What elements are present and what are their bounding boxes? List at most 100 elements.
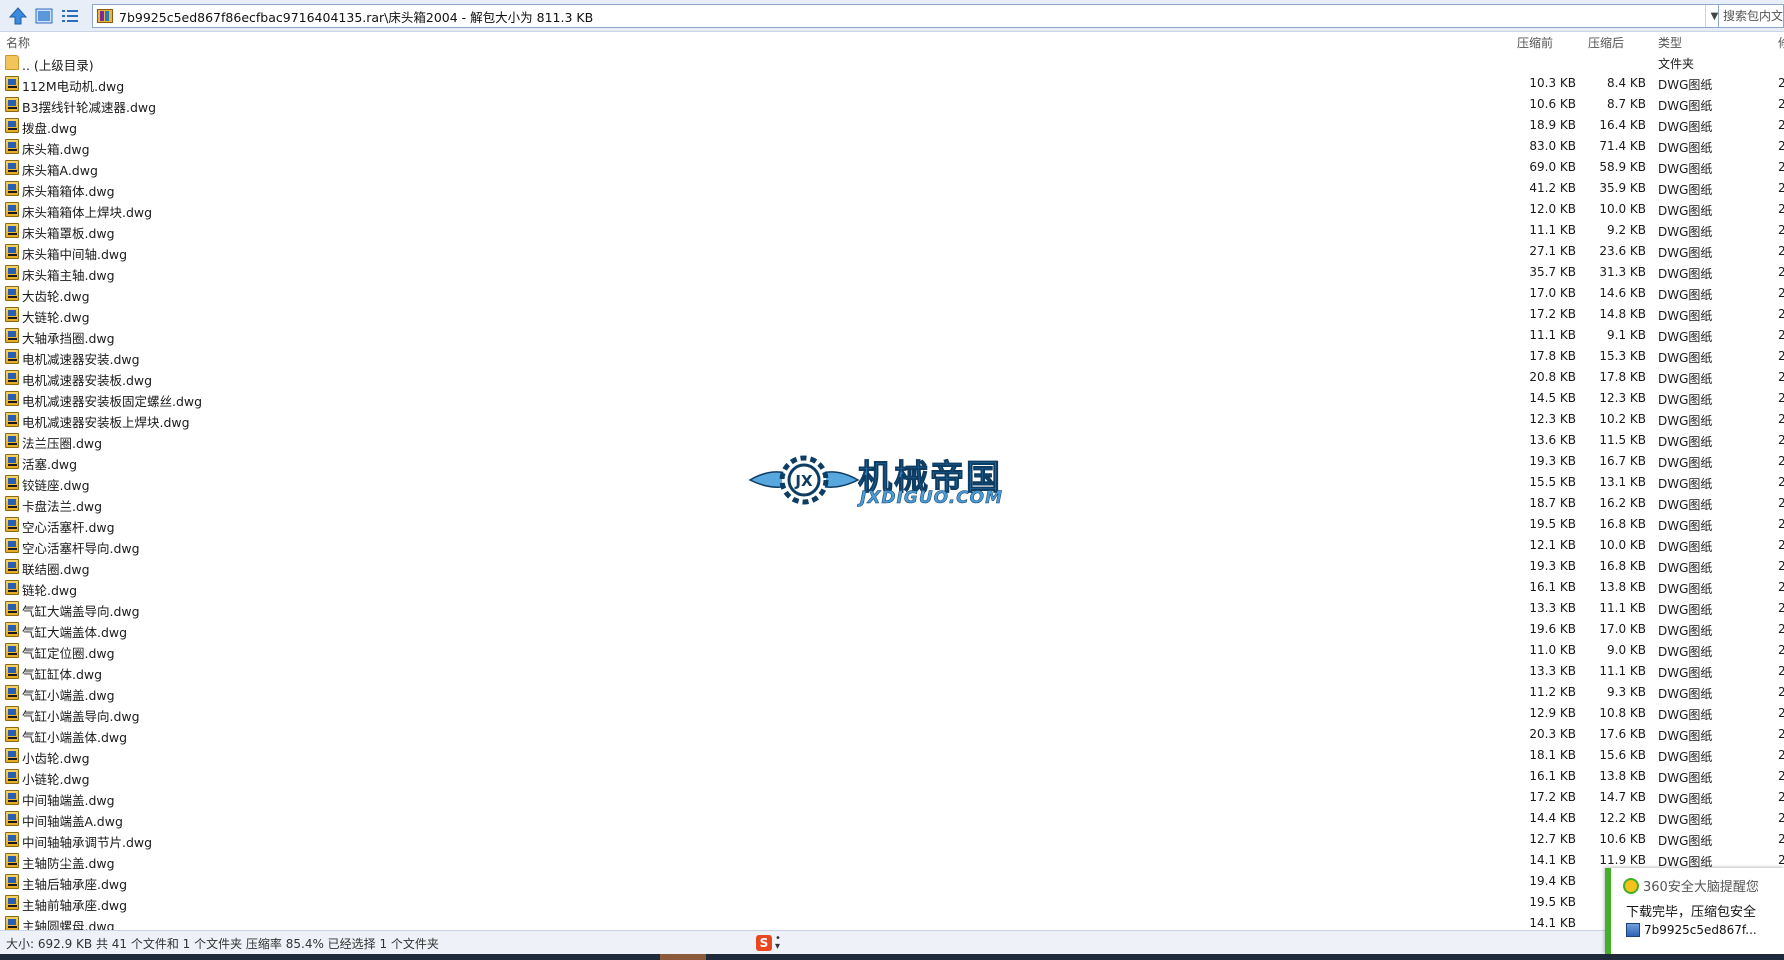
details-list-icon[interactable] bbox=[58, 4, 82, 28]
ime-indicator[interactable]: S • ▾ bbox=[756, 934, 796, 952]
file-name: 法兰压圈.dwg bbox=[22, 436, 103, 451]
file-name: 大轴承挡圈.dwg bbox=[22, 331, 115, 346]
file-row[interactable]: 气缸大端盖体.dwg 19.6 KB 17.0 KB DWG图纸 2 bbox=[0, 619, 1784, 640]
security-notification[interactable]: 360安全大脑提醒您 下载完毕，压缩包安全 7b9925c5ed867f... bbox=[1605, 868, 1784, 954]
file-row[interactable]: 法兰压圈.dwg 13.6 KB 11.5 KB DWG图纸 2 bbox=[0, 430, 1784, 451]
file-row[interactable]: 大轴承挡圈.dwg 11.1 KB 9.1 KB DWG图纸 2 bbox=[0, 325, 1784, 346]
file-row[interactable]: 电机减速器安装板.dwg 20.8 KB 17.8 KB DWG图纸 2 bbox=[0, 367, 1784, 388]
file-name: 电机减速器安装板.dwg bbox=[22, 373, 153, 388]
file-row[interactable]: 气缸大端盖导向.dwg 13.3 KB 11.1 KB DWG图纸 2 bbox=[0, 598, 1784, 619]
up-arrow-icon[interactable] bbox=[6, 4, 30, 28]
file-size-after: 35.9 KB bbox=[1599, 181, 1646, 195]
file-name: 大链轮.dwg bbox=[22, 310, 90, 325]
file-row[interactable]: 气缸小端盖体.dwg 20.3 KB 17.6 KB DWG图纸 2 bbox=[0, 724, 1784, 745]
file-modified: 2 bbox=[1778, 706, 1784, 720]
file-row[interactable]: 拨盘.dwg 18.9 KB 16.4 KB DWG图纸 2 bbox=[0, 115, 1784, 136]
file-row[interactable]: 空心活塞杆导向.dwg 12.1 KB 10.0 KB DWG图纸 2 bbox=[0, 535, 1784, 556]
column-type[interactable]: 类型 bbox=[1658, 34, 1682, 51]
file-row[interactable]: 主轴圆螺母.dwg 14.1 KB bbox=[0, 913, 1784, 930]
search-input[interactable] bbox=[1719, 5, 1783, 27]
file-size-after: 17.6 KB bbox=[1599, 727, 1646, 741]
file-type: DWG图纸 bbox=[1658, 183, 1713, 197]
dwg-file-icon bbox=[5, 202, 19, 217]
file-type: DWG图纸 bbox=[1658, 456, 1713, 470]
file-modified: 2 bbox=[1778, 223, 1784, 237]
file-row[interactable]: 中间轴端盖.dwg 17.2 KB 14.7 KB DWG图纸 2 bbox=[0, 787, 1784, 808]
file-name: 小链轮.dwg bbox=[22, 772, 90, 787]
file-size-after: 14.6 KB bbox=[1599, 286, 1646, 300]
file-row[interactable]: B3摆线针轮减速器.dwg 10.6 KB 8.7 KB DWG图纸 2 bbox=[0, 94, 1784, 115]
file-name: 大齿轮.dwg bbox=[22, 289, 90, 304]
file-size-after: 13.1 KB bbox=[1599, 475, 1646, 489]
taskbar-item[interactable] bbox=[660, 954, 706, 960]
file-size-after: 16.7 KB bbox=[1599, 454, 1646, 468]
file-size-before: 19.4 KB bbox=[1529, 874, 1576, 888]
file-row[interactable]: 中间轴轴承调节片.dwg 12.7 KB 10.6 KB DWG图纸 2 bbox=[0, 829, 1784, 850]
dwg-file-icon bbox=[5, 118, 19, 133]
dwg-file-icon bbox=[5, 916, 19, 930]
file-row[interactable]: 112M电动机.dwg 10.3 KB 8.4 KB DWG图纸 2 bbox=[0, 73, 1784, 94]
file-row[interactable]: 气缸小端盖.dwg 11.2 KB 9.3 KB DWG图纸 2 bbox=[0, 682, 1784, 703]
file-row[interactable]: 空心活塞杆.dwg 19.5 KB 16.8 KB DWG图纸 2 bbox=[0, 514, 1784, 535]
file-row[interactable]: 大链轮.dwg 17.2 KB 14.8 KB DWG图纸 2 bbox=[0, 304, 1784, 325]
file-row[interactable]: 中间轴端盖A.dwg 14.4 KB 12.2 KB DWG图纸 2 bbox=[0, 808, 1784, 829]
file-row[interactable]: 主轴前轴承座.dwg 19.5 KB bbox=[0, 892, 1784, 913]
status-bar: 大小: 692.9 KB 共 41 个文件和 1 个文件夹 压缩率 85.4% … bbox=[0, 930, 1610, 954]
file-modified: 2 bbox=[1778, 748, 1784, 762]
file-row[interactable]: 小齿轮.dwg 18.1 KB 15.6 KB DWG图纸 2 bbox=[0, 745, 1784, 766]
file-row[interactable]: 气缸小端盖导向.dwg 12.9 KB 10.8 KB DWG图纸 2 bbox=[0, 703, 1784, 724]
dwg-file-icon bbox=[5, 706, 19, 721]
column-unpacked[interactable]: 压缩后 bbox=[1588, 34, 1624, 51]
dwg-file-icon bbox=[5, 244, 19, 259]
dwg-file-icon bbox=[5, 139, 19, 154]
file-row[interactable]: 小链轮.dwg 16.1 KB 13.8 KB DWG图纸 2 bbox=[0, 766, 1784, 787]
file-row[interactable]: 床头箱罩板.dwg 11.1 KB 9.2 KB DWG图纸 2 bbox=[0, 220, 1784, 241]
file-row[interactable]: 联结圈.dwg 19.3 KB 16.8 KB DWG图纸 2 bbox=[0, 556, 1784, 577]
file-row[interactable]: 床头箱主轴.dwg 35.7 KB 31.3 KB DWG图纸 2 bbox=[0, 262, 1784, 283]
file-row[interactable]: 床头箱箱体.dwg 41.2 KB 35.9 KB DWG图纸 2 bbox=[0, 178, 1784, 199]
file-row[interactable]: 床头箱.dwg 83.0 KB 71.4 KB DWG图纸 2 bbox=[0, 136, 1784, 157]
dwg-file-icon bbox=[5, 349, 19, 364]
file-type: DWG图纸 bbox=[1658, 624, 1713, 638]
file-name: 小齿轮.dwg bbox=[22, 751, 90, 766]
parent-folder-row[interactable]: .. (上级目录) 文件夹 bbox=[0, 52, 1784, 73]
file-row[interactable]: 电机减速器安装.dwg 17.8 KB 15.3 KB DWG图纸 2 bbox=[0, 346, 1784, 367]
file-row[interactable]: 气缸定位圈.dwg 11.0 KB 9.0 KB DWG图纸 2 bbox=[0, 640, 1784, 661]
address-toolbar: 7b9925c5ed867f86ecfbac9716404135.rar\床头箱… bbox=[0, 0, 1784, 32]
file-name: 床头箱.dwg bbox=[22, 142, 90, 157]
file-modified: 2 bbox=[1778, 832, 1784, 846]
file-size-after: 13.8 KB bbox=[1599, 580, 1646, 594]
file-size-after: 16.8 KB bbox=[1599, 517, 1646, 531]
notification-file[interactable]: 7b9925c5ed867f... bbox=[1626, 923, 1757, 937]
column-modified[interactable]: 修 bbox=[1778, 34, 1784, 51]
file-modified: 2 bbox=[1778, 538, 1784, 552]
file-type: DWG图纸 bbox=[1658, 540, 1713, 554]
column-name[interactable]: 名称 bbox=[6, 34, 30, 51]
file-row[interactable]: 床头箱A.dwg 69.0 KB 58.9 KB DWG图纸 2 bbox=[0, 157, 1784, 178]
file-row[interactable]: 链轮.dwg 16.1 KB 13.8 KB DWG图纸 2 bbox=[0, 577, 1784, 598]
file-row[interactable]: 床头箱中间轴.dwg 27.1 KB 23.6 KB DWG图纸 2 bbox=[0, 241, 1784, 262]
file-size-after: 12.2 KB bbox=[1599, 811, 1646, 825]
taskbar bbox=[0, 954, 1784, 960]
file-modified: 2 bbox=[1778, 139, 1784, 153]
address-bar[interactable]: 7b9925c5ed867f86ecfbac9716404135.rar\床头箱… bbox=[92, 4, 1724, 28]
watermark-subtitle: JXDIGUO.COM bbox=[860, 488, 1004, 509]
panel-view-icon[interactable] bbox=[32, 4, 56, 28]
file-size-after: 17.0 KB bbox=[1599, 622, 1646, 636]
search-box[interactable] bbox=[1718, 4, 1784, 28]
column-packed[interactable]: 压缩前 bbox=[1517, 34, 1553, 51]
file-row[interactable]: 床头箱箱体上焊块.dwg 12.0 KB 10.0 KB DWG图纸 2 bbox=[0, 199, 1784, 220]
file-row[interactable]: 气缸缸体.dwg 13.3 KB 11.1 KB DWG图纸 2 bbox=[0, 661, 1784, 682]
file-row[interactable]: 电机减速器安装板固定螺丝.dwg 14.5 KB 12.3 KB DWG图纸 2 bbox=[0, 388, 1784, 409]
file-type: DWG图纸 bbox=[1658, 288, 1713, 302]
file-modified: 2 bbox=[1778, 97, 1784, 111]
file-row[interactable]: 大齿轮.dwg 17.0 KB 14.6 KB DWG图纸 2 bbox=[0, 283, 1784, 304]
file-type: DWG图纸 bbox=[1658, 393, 1713, 407]
file-row[interactable]: 主轴后轴承座.dwg 19.4 KB bbox=[0, 871, 1784, 892]
file-modified: 2 bbox=[1778, 118, 1784, 132]
dwg-file-icon bbox=[5, 580, 19, 595]
file-row[interactable]: 主轴防尘盖.dwg 14.1 KB 11.9 KB DWG图纸 2 bbox=[0, 850, 1784, 871]
file-size-after: 14.7 KB bbox=[1599, 790, 1646, 804]
file-size-after: 8.4 KB bbox=[1607, 76, 1646, 90]
file-row[interactable]: 电机减速器安装板上焊块.dwg 12.3 KB 10.2 KB DWG图纸 2 bbox=[0, 409, 1784, 430]
